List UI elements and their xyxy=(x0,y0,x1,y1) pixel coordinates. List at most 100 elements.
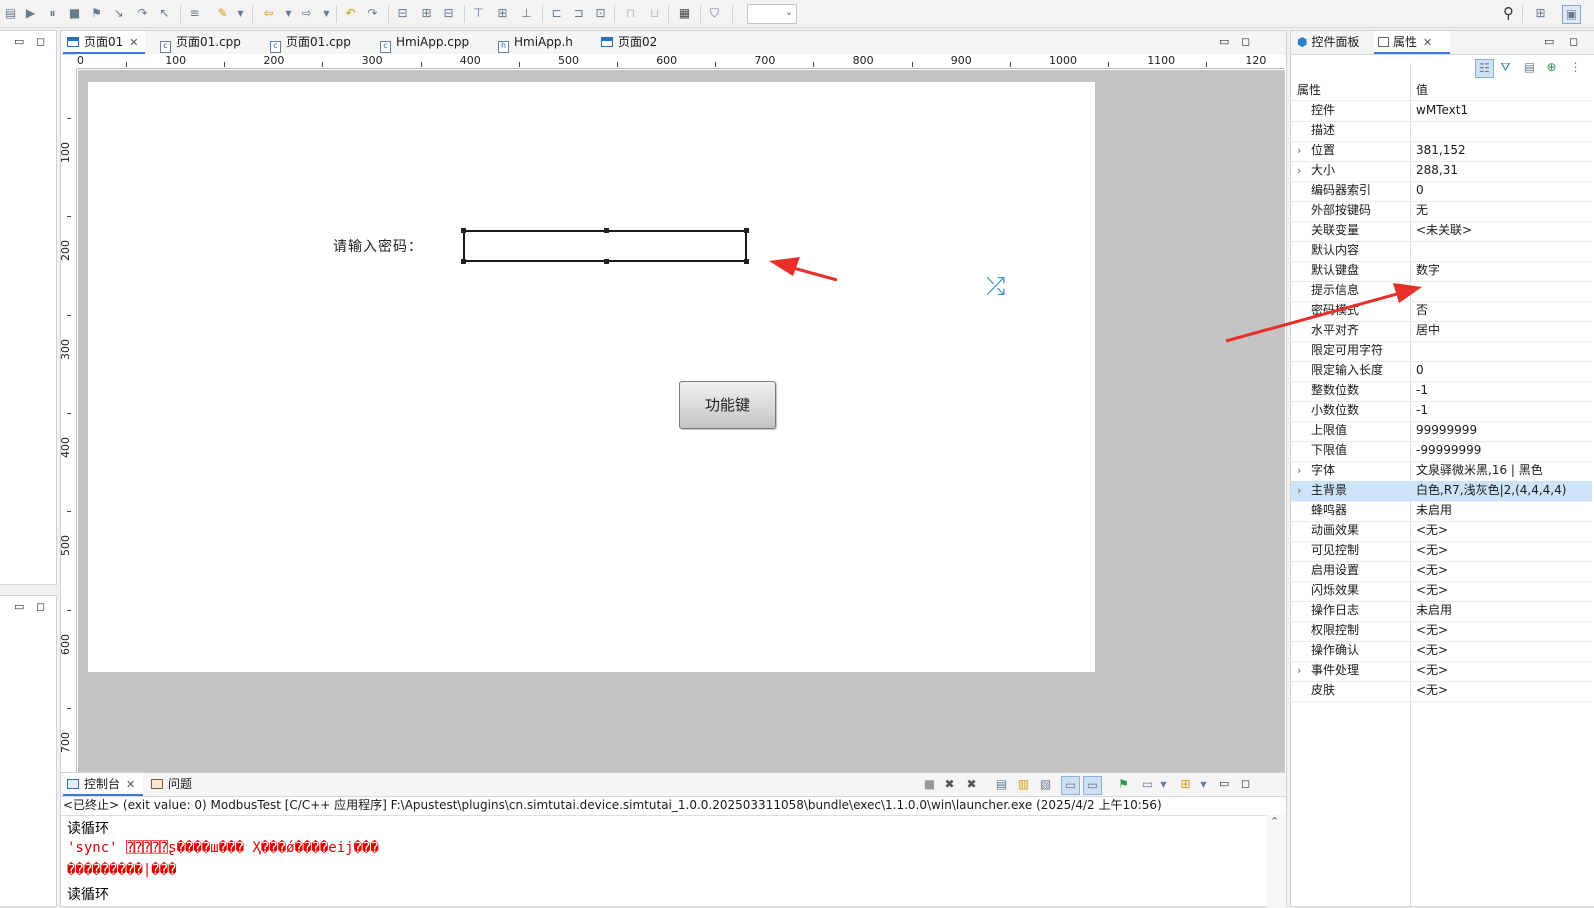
property-row[interactable]: 下限值 -99999999 xyxy=(1291,441,1592,462)
function-key-button[interactable]: 功能键 xyxy=(679,381,776,429)
undo-icon[interactable]: ↶ xyxy=(342,5,359,22)
shuffle-icon[interactable]: ⤮ xyxy=(986,274,1005,298)
property-value[interactable]: <无> xyxy=(1416,541,1588,560)
tab-page01-cpp-2[interactable]: c 页面01.cpp xyxy=(266,31,351,54)
categories-icon[interactable]: ☷ xyxy=(1475,59,1494,78)
pause-icon[interactable]: ⏸ xyxy=(44,5,61,22)
align-middle-icon[interactable]: ⊞ xyxy=(494,5,511,22)
step-into-icon[interactable]: ↘ xyxy=(110,5,127,22)
property-row[interactable]: 上限值 99999999 xyxy=(1291,421,1592,442)
perspective-icon[interactable]: ▣ xyxy=(1562,5,1581,24)
property-value[interactable]: <未关联> xyxy=(1416,221,1588,240)
launch-icon[interactable]: ✎ xyxy=(214,5,231,22)
property-value[interactable]: 数字 xyxy=(1416,261,1588,280)
password-label[interactable]: 请输入密码： xyxy=(333,236,423,256)
show-on-output-icon[interactable]: ▭ xyxy=(1061,776,1080,795)
close-icon[interactable]: ✕ xyxy=(129,36,138,49)
property-row[interactable]: 提示信息 xyxy=(1291,281,1592,302)
property-row[interactable]: 控件 wMText1 xyxy=(1291,101,1592,122)
close-icon[interactable]: ✕ xyxy=(126,778,135,791)
maximize-icon[interactable]: ◻ xyxy=(1241,35,1250,48)
console-scrollbar[interactable]: ⌃ xyxy=(1266,815,1286,908)
property-row[interactable]: 默认内容 xyxy=(1291,241,1592,262)
distribute-v-icon[interactable]: ⊔ xyxy=(646,5,663,22)
property-value[interactable]: 文泉驿微米黑,16 | 黑色 xyxy=(1416,461,1588,480)
tab-properties[interactable]: 属性 ✕ xyxy=(1374,31,1450,54)
debug-icon[interactable]: ⚑ xyxy=(88,5,105,22)
restore-default-icon[interactable]: ⊕ xyxy=(1543,59,1560,76)
tab-problems[interactable]: 问题 xyxy=(147,773,192,796)
property-row[interactable]: 蜂鸣器 未启用 xyxy=(1291,501,1592,522)
run-icon[interactable]: ▶ xyxy=(22,5,39,22)
property-row[interactable]: 动画效果 <无> xyxy=(1291,521,1592,542)
align-bottom-icon[interactable]: ⊥ xyxy=(518,5,535,22)
property-row[interactable]: 限定输入长度 0 xyxy=(1291,361,1592,382)
property-value[interactable]: 否 xyxy=(1416,301,1588,320)
minimize-icon[interactable]: ▭ xyxy=(14,600,24,613)
property-row[interactable]: 密码模式 否 xyxy=(1291,301,1592,322)
align-center-icon[interactable]: ⊞ xyxy=(418,5,435,22)
build-list-icon[interactable]: ≡ xyxy=(186,5,203,22)
chevron-down-icon[interactable]: ▼ xyxy=(1195,776,1212,793)
property-row[interactable]: 权限控制 <无> xyxy=(1291,621,1592,642)
same-width-icon[interactable]: ⊏ xyxy=(548,5,565,22)
collapse-all-icon[interactable]: ▤ xyxy=(1521,59,1538,76)
property-row[interactable]: 皮肤 <无> xyxy=(1291,681,1592,702)
expand-chevron-icon[interactable]: › xyxy=(1297,661,1301,680)
property-row[interactable]: 操作日志 未启用 xyxy=(1291,601,1592,622)
maximize-icon[interactable]: ◻ xyxy=(1241,777,1250,790)
step-over-icon[interactable]: ↷ xyxy=(134,5,151,22)
chevron-down-icon[interactable]: ▼ xyxy=(318,5,335,22)
property-row[interactable]: › 位置 381,152 xyxy=(1291,141,1592,162)
property-row[interactable]: 外部按键码 无 xyxy=(1291,201,1592,222)
display-console-icon[interactable]: ▭ xyxy=(1139,776,1156,793)
property-value[interactable]: 未启用 xyxy=(1416,601,1588,620)
property-row[interactable]: 闪烁效果 <无> xyxy=(1291,581,1592,602)
search-icon[interactable]: ⚲ xyxy=(1500,5,1517,22)
redo-icon[interactable]: ↷ xyxy=(364,5,381,22)
property-value[interactable]: 288,31 xyxy=(1416,161,1588,180)
same-size-icon[interactable]: ⊡ xyxy=(592,5,609,22)
scroll-lock-icon[interactable]: ▥ xyxy=(1015,776,1032,793)
property-value[interactable]: 99999999 xyxy=(1416,421,1588,440)
clear-console-icon[interactable]: ▤ xyxy=(993,776,1010,793)
property-value[interactable]: <无> xyxy=(1416,661,1588,680)
stop-icon[interactable]: ■ xyxy=(66,5,83,22)
property-value[interactable]: <无> xyxy=(1416,581,1588,600)
property-value[interactable]: 白色,R7,浅灰色|2,(4,4,4,4) xyxy=(1416,481,1588,500)
chevron-down-icon[interactable]: ▼ xyxy=(1155,776,1172,793)
tab-page01-cpp[interactable]: c 页面01.cpp xyxy=(156,31,241,54)
tab-console[interactable]: 控制台 ✕ xyxy=(63,773,143,796)
open-perspective-icon[interactable]: ⊞ xyxy=(1532,5,1549,22)
property-row[interactable]: 描述 xyxy=(1291,121,1592,142)
filter-icon[interactable]: ⛛ xyxy=(1497,59,1514,76)
maximize-icon[interactable]: ◻ xyxy=(1569,35,1578,48)
tab-hmiapp-h[interactable]: h HmiApp.h xyxy=(494,31,573,54)
property-row[interactable]: › 字体 文泉驿微米黑,16 | 黑色 xyxy=(1291,461,1592,482)
design-page[interactable]: 请输入密码： 功能键 ⤮ xyxy=(88,82,1095,672)
property-value[interactable]: -1 xyxy=(1416,381,1588,400)
property-value[interactable]: -99999999 xyxy=(1416,441,1588,460)
align-left-icon[interactable]: ⊟ xyxy=(394,5,411,22)
tab-hmiapp-cpp[interactable]: c HmiApp.cpp xyxy=(376,31,469,54)
step-return-icon[interactable]: ↖ xyxy=(156,5,173,22)
property-value[interactable]: 0 xyxy=(1416,361,1588,380)
property-row[interactable]: 限定可用字符 xyxy=(1291,341,1592,362)
view-menu-icon[interactable]: ⋮ xyxy=(1567,59,1584,76)
same-height-icon[interactable]: ⊐ xyxy=(570,5,587,22)
property-row[interactable]: 关联变量 <未关联> xyxy=(1291,221,1592,242)
minimize-icon[interactable]: ▭ xyxy=(14,35,24,48)
password-text-input[interactable] xyxy=(461,228,749,264)
property-value[interactable]: <无> xyxy=(1416,621,1588,640)
property-row[interactable]: 操作确认 <无> xyxy=(1291,641,1592,662)
terminate-icon[interactable]: ■ xyxy=(921,776,938,793)
property-row[interactable]: 整数位数 -1 xyxy=(1291,381,1592,402)
remove-all-icon[interactable]: ✖ xyxy=(963,776,980,793)
property-value[interactable]: <无> xyxy=(1416,521,1588,540)
back-arrow-icon[interactable]: ⇦ xyxy=(260,5,277,22)
expand-chevron-icon[interactable]: › xyxy=(1297,161,1301,180)
property-value[interactable]: -1 xyxy=(1416,401,1588,420)
open-console-icon[interactable]: ⊞ xyxy=(1177,776,1194,793)
property-value[interactable]: 0 xyxy=(1416,181,1588,200)
property-row[interactable]: 水平对齐 居中 xyxy=(1291,321,1592,342)
